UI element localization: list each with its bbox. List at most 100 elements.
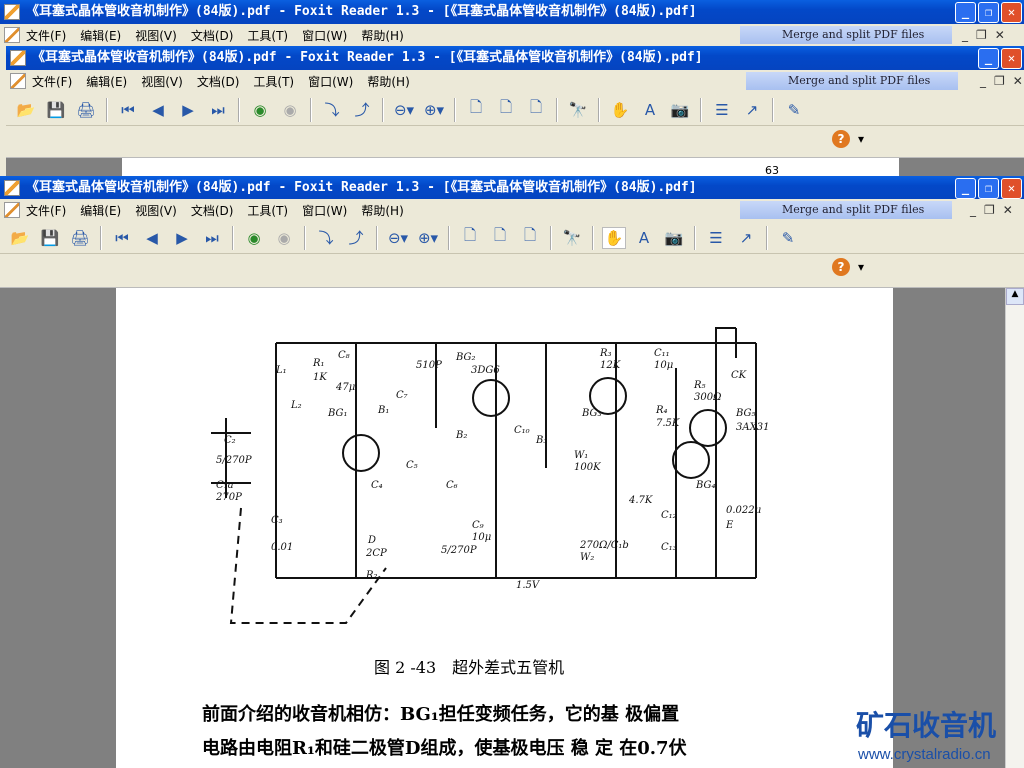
mdi-controls[interactable]: _ ❐ ✕ <box>962 28 1005 42</box>
schematic-label: C₆ <box>446 480 458 491</box>
save-icon[interactable]: 💾 <box>38 227 62 249</box>
window-3-titlebar[interactable]: 《耳塞式晶体管收音机制作》(84版).pdf - Foxit Reader 1.… <box>0 176 1024 200</box>
find-icon[interactable]: 🔭 <box>560 227 584 249</box>
menu-window[interactable]: 窗口(W) <box>302 202 347 219</box>
schematic-label: R₁ <box>312 358 325 369</box>
menu-file[interactable]: 文件(F) <box>26 27 66 44</box>
first-page-icon[interactable]: ⏮ <box>110 227 134 249</box>
open-icon[interactable]: 📂 <box>14 99 38 121</box>
hand-tool-icon[interactable]: ✋ <box>608 99 632 121</box>
first-page-icon[interactable]: ⏮ <box>116 99 140 121</box>
rotate-ccw-icon[interactable]: ⤴ <box>350 99 374 121</box>
hand-tool-icon[interactable]: ✋ <box>602 226 626 249</box>
menu-help[interactable]: 帮助(H) <box>361 202 403 219</box>
rotate-ccw-icon[interactable]: ⤴ <box>344 227 368 249</box>
schematic-label: W₂ <box>580 552 594 563</box>
bookmarks-icon[interactable]: ☰ <box>704 227 728 249</box>
fit-page-icon[interactable]: 🗋 <box>518 226 542 249</box>
rotate-cw-icon[interactable]: ⤵ <box>314 227 338 249</box>
menu-window[interactable]: 窗口(W) <box>308 73 353 90</box>
document-view[interactable]: C₈ R₁ 1K 47μ BG₁ B₁ C₇ 510P BG₂ 3DG6 B₂ C₁₀ B₃ R₃ 12K C… <box>0 288 1024 768</box>
restore-button[interactable]: ❐ <box>978 2 999 23</box>
text-select-icon[interactable]: A <box>638 99 662 121</box>
single-page-icon[interactable]: 🗋 <box>458 226 482 249</box>
menu-document[interactable]: 文档(D) <box>197 73 240 90</box>
schematic-label: R₅ <box>693 380 706 391</box>
menu-edit[interactable]: 编辑(E) <box>86 73 127 90</box>
single-page-icon[interactable]: 🗋 <box>464 98 488 121</box>
minimize-button[interactable]: _ <box>955 178 976 199</box>
window-2-titlebar[interactable]: 《耳塞式晶体管收音机制作》(84版).pdf - Foxit Reader 1.… <box>6 46 1024 70</box>
snapshot-icon[interactable]: 📷 <box>668 99 692 121</box>
menu-view[interactable]: 视图(V) <box>135 27 177 44</box>
minimize-button[interactable]: _ <box>955 2 976 23</box>
menu-tools[interactable]: 工具(T) <box>253 73 294 90</box>
document-icon <box>4 27 20 43</box>
annotate-icon[interactable]: ✎ <box>776 227 800 249</box>
zoom-out-icon[interactable]: ⊖▾ <box>392 99 416 121</box>
fit-page-icon[interactable]: 🗋 <box>524 98 548 121</box>
fullscreen-icon[interactable]: ↗ <box>740 99 764 121</box>
find-icon[interactable]: 🔭 <box>566 99 590 121</box>
menu-edit[interactable]: 编辑(E) <box>80 27 121 44</box>
schematic-label: 300Ω <box>694 392 721 403</box>
print-icon[interactable]: 🖨 <box>68 227 92 249</box>
merge-split-banner[interactable]: Merge and split PDF files <box>740 26 952 44</box>
forward-icon[interactable]: ◉ <box>278 99 302 121</box>
scroll-up-button[interactable]: ▲ <box>1006 288 1024 305</box>
prev-page-icon[interactable]: ◀ <box>146 99 170 121</box>
prev-page-icon[interactable]: ◀ <box>140 227 164 249</box>
menu-file[interactable]: 文件(F) <box>26 202 66 219</box>
menu-view[interactable]: 视图(V) <box>141 73 183 90</box>
menu-document[interactable]: 文档(D) <box>191 202 234 219</box>
zoom-out-icon[interactable]: ⊖▾ <box>386 227 410 249</box>
merge-split-banner[interactable]: Merge and split PDF files <box>740 201 952 219</box>
print-icon[interactable]: 🖨 <box>74 99 98 121</box>
menu-view[interactable]: 视图(V) <box>135 202 177 219</box>
next-page-icon[interactable]: ▶ <box>170 227 194 249</box>
fullscreen-icon[interactable]: ↗ <box>734 227 758 249</box>
next-page-icon[interactable]: ▶ <box>176 99 200 121</box>
rotate-cw-icon[interactable]: ⤵ <box>320 99 344 121</box>
merge-split-banner[interactable]: Merge and split PDF files <box>746 72 958 90</box>
zoom-in-icon[interactable]: ⊕▾ <box>416 227 440 249</box>
vertical-scrollbar[interactable]: ▲ <box>1005 288 1024 768</box>
forward-icon[interactable]: ◉ <box>272 227 296 249</box>
close-button[interactable]: ✕ <box>1001 48 1022 69</box>
fit-width-icon[interactable]: 🗋 <box>488 226 512 249</box>
minimize-button[interactable]: _ <box>978 48 999 69</box>
fit-width-icon[interactable]: 🗋 <box>494 98 518 121</box>
schematic-label: E <box>725 520 734 531</box>
help-button[interactable]: ? ▾ <box>832 258 864 276</box>
menu-tools[interactable]: 工具(T) <box>247 202 288 219</box>
schematic-label: 2CP <box>365 548 387 559</box>
open-icon[interactable]: 📂 <box>8 227 32 249</box>
text-select-icon[interactable]: A <box>632 227 656 249</box>
menu-edit[interactable]: 编辑(E) <box>80 202 121 219</box>
menu-file[interactable]: 文件(F) <box>32 73 72 90</box>
watermark-logo: 矿石收音机 <box>856 709 997 742</box>
menu-document[interactable]: 文档(D) <box>191 27 234 44</box>
snapshot-icon[interactable]: 📷 <box>662 227 686 249</box>
save-icon[interactable]: 💾 <box>44 99 68 121</box>
help-button[interactable]: ? ▾ <box>832 130 864 148</box>
menu-help[interactable]: 帮助(H) <box>367 73 409 90</box>
close-button[interactable]: ✕ <box>1001 178 1022 199</box>
last-page-icon[interactable]: ⏭ <box>200 227 224 249</box>
last-page-icon[interactable]: ⏭ <box>206 99 230 121</box>
back-icon[interactable]: ◉ <box>248 99 272 121</box>
back-icon[interactable]: ◉ <box>242 227 266 249</box>
zoom-in-icon[interactable]: ⊕▾ <box>422 99 446 121</box>
close-button[interactable]: ✕ <box>1001 2 1022 23</box>
window-1-titlebar[interactable]: 《耳塞式晶体管收音机制作》(84版).pdf - Foxit Reader 1.… <box>0 0 1024 24</box>
restore-button[interactable]: ❐ <box>978 178 999 199</box>
annotate-icon[interactable]: ✎ <box>782 99 806 121</box>
schematic-label: C₅ <box>406 460 418 471</box>
mdi-controls[interactable]: _ ❐ ✕ <box>980 74 1023 88</box>
schematic-label: C₄ <box>371 480 383 491</box>
mdi-controls[interactable]: _ ❐ ✕ <box>970 203 1013 217</box>
menu-tools[interactable]: 工具(T) <box>247 27 288 44</box>
menu-window[interactable]: 窗口(W) <box>302 27 347 44</box>
menu-help[interactable]: 帮助(H) <box>361 27 403 44</box>
bookmarks-icon[interactable]: ☰ <box>710 99 734 121</box>
